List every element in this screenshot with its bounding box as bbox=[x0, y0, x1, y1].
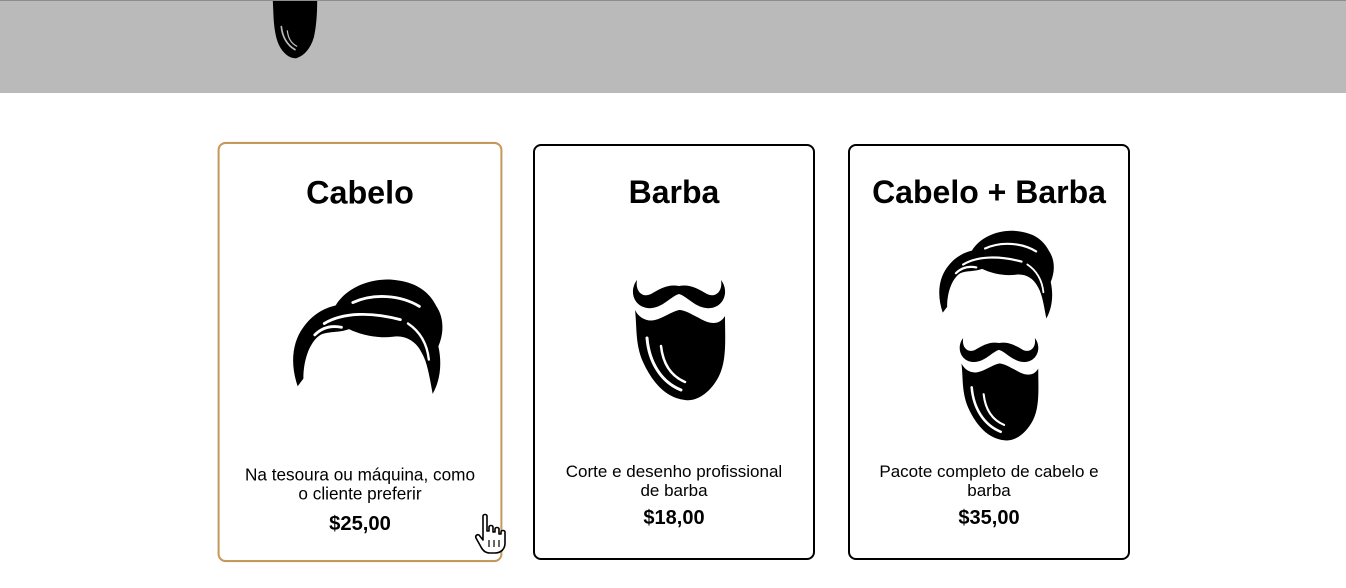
card-price: $35,00 bbox=[958, 507, 1020, 529]
service-card-barba[interactable]: Barba Corte e desenho profissional de ba… bbox=[533, 144, 815, 560]
hand-pointer-icon bbox=[474, 513, 506, 554]
card-description: Corte e desenho profissional de barba bbox=[565, 462, 783, 500]
beard-logo-icon[interactable] bbox=[261, 1, 329, 59]
card-description: Pacote completo de cabelo e barba bbox=[879, 462, 1099, 500]
card-title: Barba bbox=[628, 174, 720, 210]
card-title: Cabelo bbox=[306, 174, 414, 211]
card-description: Na tesoura ou máquina, como o cliente pr… bbox=[244, 465, 476, 504]
hair-and-beard-icon-beard bbox=[958, 336, 1040, 442]
hair-icon bbox=[291, 278, 444, 396]
card-title: Cabelo + Barba bbox=[872, 174, 1106, 210]
service-card-cabelo[interactable]: Cabelo Na tesoura ou máquina, como o cli… bbox=[217, 141, 503, 563]
card-price: $25,00 bbox=[329, 512, 391, 535]
beard-icon bbox=[631, 278, 727, 402]
hair-and-beard-icon-hair bbox=[938, 229, 1055, 320]
card-price: $18,00 bbox=[643, 507, 705, 529]
top-navigation-bar bbox=[0, 0, 1346, 93]
service-card-cabelo-barba[interactable]: Cabelo + Barba Pacote completo de cabelo… bbox=[848, 144, 1130, 560]
